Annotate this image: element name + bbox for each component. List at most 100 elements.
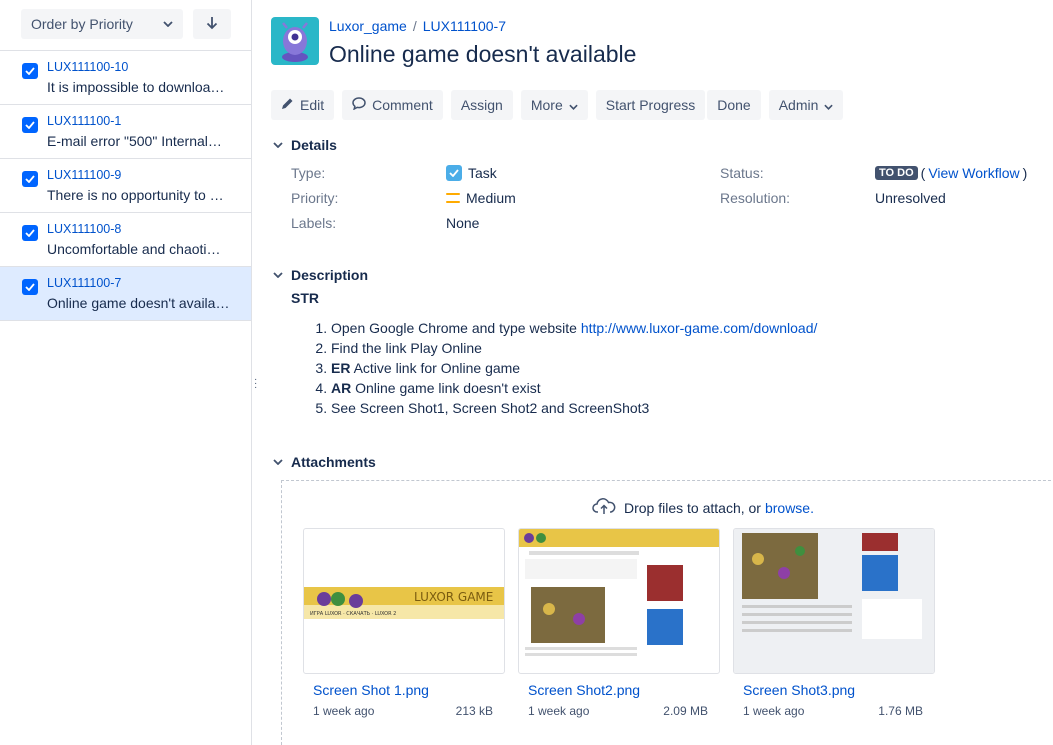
chevron-down-icon — [271, 270, 285, 281]
step-item: Find the link Play Online — [331, 338, 817, 358]
sort-direction-button[interactable] — [193, 9, 231, 39]
more-label: More — [530, 97, 563, 113]
resolution-value: Unresolved — [875, 190, 946, 206]
issue-summary: It is impossible to downloa… — [47, 79, 225, 95]
workflow-group: Start Progress Done — [595, 90, 761, 120]
chevron-down-icon — [163, 19, 173, 29]
issue-key[interactable]: LUX111100-9 — [47, 168, 121, 182]
attachment-thumbnail[interactable] — [518, 528, 720, 674]
browse-link[interactable]: browse. — [765, 500, 814, 516]
issue-key[interactable]: LUX111100-8 — [47, 222, 121, 236]
chevron-down-icon — [271, 457, 285, 468]
order-by-select[interactable]: Order by Priority — [21, 9, 183, 39]
monster-avatar-icon — [282, 22, 308, 62]
assign-button[interactable]: Assign — [450, 90, 513, 120]
start-progress-button[interactable]: Start Progress — [595, 90, 706, 120]
labels-value[interactable]: None — [446, 215, 479, 231]
drop-text: Drop files to attach, or — [624, 499, 761, 516]
description-section-toggle[interactable]: Description — [271, 267, 368, 283]
step-item: See Screen Shot1, Screen Shot2 and Scree… — [331, 398, 817, 418]
attachments-heading: Attachments — [291, 454, 376, 470]
edit-button[interactable]: Edit — [271, 90, 335, 120]
step-item: ER Active link for Online game — [331, 358, 817, 378]
attachment-date: 1 week ago — [313, 704, 375, 718]
breadcrumb-separator: / — [412, 18, 417, 34]
download-link[interactable]: http://www.luxor-game.com/download/ — [581, 320, 818, 336]
breadcrumb-issue-link[interactable]: LUX111100-7 — [423, 18, 506, 34]
panel-resize-handle[interactable]: · · · — [254, 375, 258, 393]
list-item[interactable]: LUX111100-10 It is impossible to downloa… — [0, 51, 251, 105]
attachment-thumbnail[interactable]: LUXOR GAME ИГРА LUXOR · СКАЧАТЬ · LUXOR … — [303, 528, 505, 674]
attachment-card[interactable]: Screen Shot3.png 1 week ago 1.76 MB — [733, 528, 935, 718]
priority-label: Priority: — [291, 190, 339, 206]
type-text: Task — [468, 165, 497, 181]
project-avatar[interactable] — [271, 17, 319, 65]
chevron-down-icon — [271, 140, 285, 151]
admin-button[interactable]: Admin — [768, 90, 844, 120]
cloud-upload-icon — [592, 497, 616, 518]
attachment-name[interactable]: Screen Shot 1.png — [313, 682, 505, 698]
issue-toolbar: Edit Comment Assign More Start Progress … — [271, 90, 844, 120]
attachment-meta: 1 week ago 1.76 MB — [743, 704, 923, 718]
str-heading: STR — [291, 290, 319, 306]
priority-text: Medium — [466, 190, 516, 206]
order-by-label: Order by Priority — [31, 16, 133, 32]
issue-key[interactable]: LUX111100-10 — [47, 60, 128, 74]
issue-key[interactable]: LUX111100-1 — [47, 114, 121, 128]
step-item: AR Online game link doesn't exist — [331, 378, 817, 398]
list-item[interactable]: LUX111100-8 Uncomfortable and chaoti… — [0, 213, 251, 267]
issue-summary: There is no opportunity to … — [47, 187, 224, 203]
more-button[interactable]: More — [520, 90, 588, 120]
attachment-name[interactable]: Screen Shot3.png — [743, 682, 935, 698]
attachment-size: 1.76 MB — [878, 704, 923, 718]
status-value: TO DO (View Workflow) — [875, 165, 1027, 181]
comment-button[interactable]: Comment — [342, 90, 443, 120]
step-item: Open Google Chrome and type website http… — [331, 318, 817, 338]
list-item[interactable]: LUX111100-1 E-mail error "500" Internal… — [0, 105, 251, 159]
description-body[interactable]: STR Open Google Chrome and type website … — [291, 290, 817, 418]
attachments-section-toggle[interactable]: Attachments — [271, 454, 376, 470]
breadcrumb: Luxor_game / LUX111100-7 — [329, 18, 506, 34]
checkbox-icon[interactable] — [22, 117, 38, 133]
attachment-dropzone[interactable]: Drop files to attach, or browse. LUXOR G… — [281, 480, 1053, 745]
resolution-label: Resolution: — [720, 190, 791, 206]
list-item[interactable]: LUX111100-9 There is no opportunity to … — [0, 159, 251, 213]
issue-summary: Uncomfortable and chaoti… — [47, 241, 221, 257]
status-label: Status: — [720, 165, 764, 181]
steps-list: Open Google Chrome and type website http… — [331, 318, 817, 418]
status-badge[interactable]: TO DO — [875, 166, 918, 180]
svg-text:LUXOR GAME: LUXOR GAME — [414, 590, 493, 604]
issue-summary: Online game doesn't availa… — [47, 295, 230, 311]
attachment-card[interactable]: Screen Shot2.png 1 week ago 2.09 MB — [518, 528, 720, 718]
medium-priority-icon — [446, 193, 460, 203]
labels-label: Labels: — [291, 215, 337, 231]
details-heading: Details — [291, 137, 337, 153]
list-item-selected[interactable]: LUX111100-7 Online game doesn't availa… — [0, 267, 251, 321]
breadcrumb-project-link[interactable]: Luxor_game — [329, 18, 407, 34]
attachment-meta: 1 week ago 213 kB — [313, 704, 493, 718]
attachment-size: 2.09 MB — [663, 704, 708, 718]
done-button[interactable]: Done — [707, 90, 761, 120]
comment-label: Comment — [372, 97, 433, 113]
attachment-name[interactable]: Screen Shot2.png — [528, 682, 720, 698]
attachment-card[interactable]: LUXOR GAME ИГРА LUXOR · СКАЧАТЬ · LUXOR … — [303, 528, 505, 718]
checkbox-icon[interactable] — [22, 279, 38, 295]
comment-icon — [352, 97, 366, 113]
svg-text:ИГРА LUXOR · СКАЧАТЬ · LUXOR 2: ИГРА LUXOR · СКАЧАТЬ · LUXOR 2 — [310, 611, 396, 617]
page-title[interactable]: Online game doesn't available — [329, 41, 636, 68]
attachment-date: 1 week ago — [743, 704, 805, 718]
type-label: Type: — [291, 165, 326, 181]
view-workflow-link[interactable]: View Workflow — [928, 165, 1019, 181]
details-section-toggle[interactable]: Details — [271, 137, 337, 153]
checkbox-icon[interactable] — [22, 63, 38, 79]
attachment-thumbnail[interactable] — [733, 528, 935, 674]
issue-key[interactable]: LUX111100-7 — [47, 276, 121, 290]
sort-bar: Order by Priority — [21, 9, 231, 39]
drop-hint: Drop files to attach, or browse. — [592, 497, 814, 518]
chevron-down-icon — [824, 97, 834, 113]
chevron-down-icon — [569, 97, 578, 113]
issue-list: LUX111100-10 It is impossible to downloa… — [0, 50, 251, 321]
checkbox-icon[interactable] — [22, 171, 38, 187]
checkbox-icon[interactable] — [22, 225, 38, 241]
issue-summary: E-mail error "500" Internal… — [47, 133, 222, 149]
